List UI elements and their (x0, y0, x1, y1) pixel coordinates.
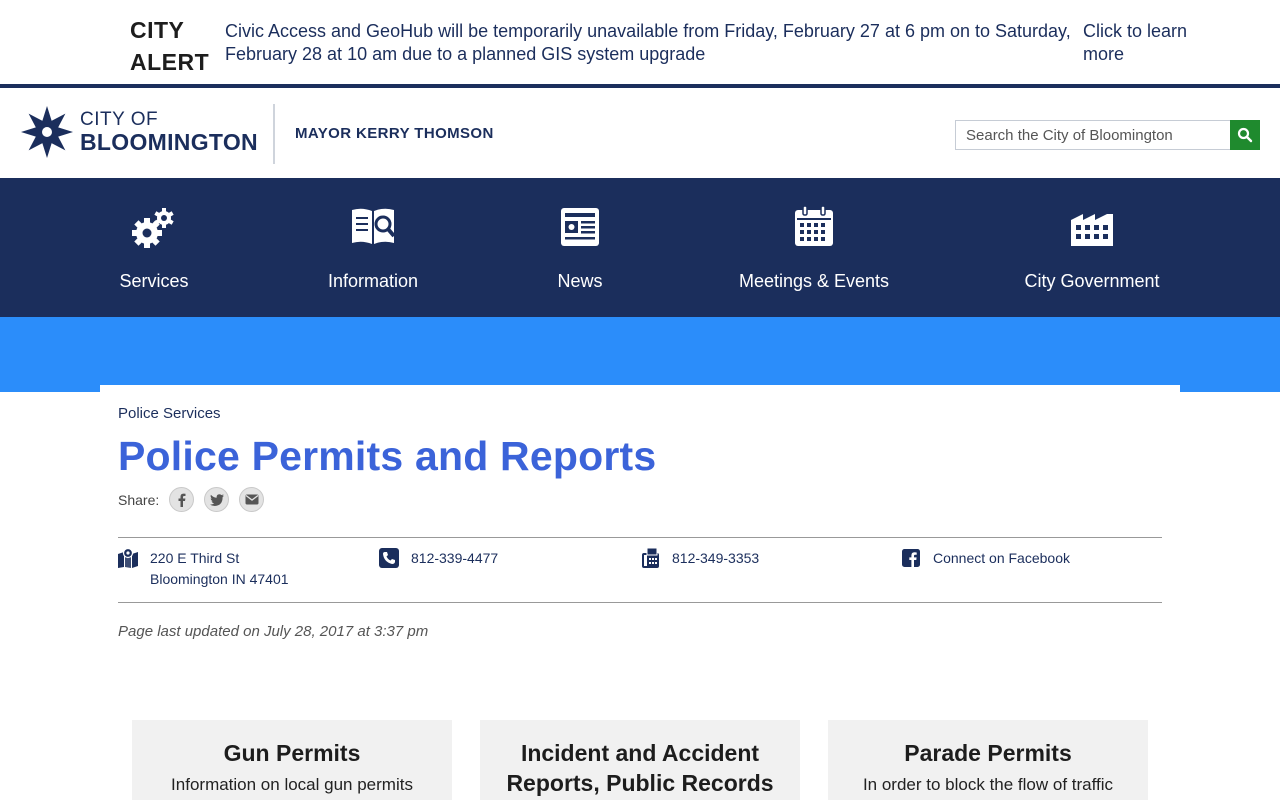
hero-band (0, 317, 1280, 392)
share-email-button[interactable] (239, 487, 265, 512)
alert-title-line2: ALERT (130, 49, 210, 75)
card-description: In order to block the flow of traffic (862, 775, 1114, 794)
building-icon (1071, 214, 1113, 246)
phone-icon (379, 548, 399, 568)
search-input[interactable] (955, 120, 1230, 150)
logo-text: CITY OF BLOOMINGTON (80, 109, 258, 155)
share-bar: Share: (118, 487, 274, 512)
contact-address: 220 E Third St Bloomington IN 47401 (118, 548, 289, 590)
site-search (955, 120, 1260, 150)
fax-number: 812-349-3353 (672, 550, 760, 566)
logo-line1: CITY OF (80, 109, 159, 130)
calendar-icon (795, 205, 833, 246)
nav-meetings-events[interactable]: Meetings & Events (734, 178, 894, 317)
nav-information[interactable]: Information (313, 178, 433, 317)
nav-label-city-government: City Government (1024, 271, 1160, 291)
nav-label-information: Information (327, 271, 419, 291)
search-icon (1237, 127, 1253, 143)
breadcrumb-police-services[interactable]: Police Services (118, 405, 221, 422)
card-parade-permits[interactable]: Parade Permits In order to block the flo… (828, 720, 1148, 800)
main-content: Police Services Police Permits and Repor… (100, 385, 1180, 800)
last-updated: Page last updated on July 28, 2017 at 3:… (118, 623, 429, 640)
nav-services[interactable]: Services (104, 178, 204, 317)
city-alert-bar: CITY ALERT Civic Access and GeoHub will … (0, 0, 1280, 88)
facebook-link-label: Connect on Facebook (933, 550, 1070, 566)
alert-title-line1: CITY (130, 17, 185, 43)
bloomington-star-logo-icon (21, 106, 73, 158)
card-title: Incident and Accident Reports, Public Re… (506, 740, 774, 796)
twitter-icon (209, 493, 224, 506)
nav-label-services: Services (119, 271, 189, 291)
contact-info-row: 220 E Third St Bloomington IN 47401 812-… (118, 537, 1162, 603)
search-button[interactable] (1230, 120, 1260, 150)
nav-city-government[interactable]: City Government (1017, 178, 1167, 317)
fax-icon (642, 548, 659, 568)
share-twitter-button[interactable] (204, 487, 230, 512)
alert-title: CITY ALERT (130, 14, 209, 78)
alert-message: Civic Access and GeoHub will be temporar… (225, 21, 1071, 64)
newspaper-icon (561, 208, 599, 246)
site-header: CITY OF BLOOMINGTON MAYOR KERRY THOMSON (0, 88, 1280, 178)
card-title: Gun Permits (223, 740, 361, 766)
city-logo[interactable]: CITY OF BLOOMINGTON (20, 104, 258, 160)
card-title: Parade Permits (904, 740, 1072, 766)
map-marker-icon (118, 548, 138, 568)
contact-phone[interactable]: 812-339-4477 (379, 548, 498, 569)
alert-learn-more-link[interactable]: Click to learn more (1083, 20, 1193, 66)
nav-news[interactable]: News (540, 178, 620, 317)
book-search-icon (352, 208, 396, 244)
main-navigation: Services Information News Meetings & Eve… (0, 178, 1280, 317)
header-divider (273, 104, 275, 164)
card-description: Information on local gun permits (171, 775, 413, 794)
mayor-link[interactable]: MAYOR KERRY THOMSON (295, 125, 494, 142)
phone-number: 812-339-4477 (411, 550, 499, 566)
address-line1: 220 E Third St (150, 550, 240, 566)
address-line2: Bloomington IN 47401 (150, 571, 289, 587)
facebook-square-icon (902, 549, 920, 567)
card-gun-permits[interactable]: Gun Permits Information on local gun per… (132, 720, 452, 800)
email-icon (245, 494, 259, 505)
logo-line2: BLOOMINGTON (80, 129, 258, 155)
gears-icon (132, 208, 174, 248)
share-label: Share: (118, 491, 160, 508)
nav-label-news: News (557, 271, 603, 291)
card-incident-reports[interactable]: Incident and Accident Reports, Public Re… (480, 720, 800, 800)
contact-facebook-link[interactable]: Connect on Facebook (901, 548, 1070, 569)
share-facebook-button[interactable] (169, 487, 195, 512)
contact-fax: 812-349-3353 (640, 548, 759, 569)
facebook-icon (178, 493, 186, 507)
nav-label-meetings-events: Meetings & Events (738, 271, 890, 291)
page-title: Police Permits and Reports (118, 433, 657, 479)
